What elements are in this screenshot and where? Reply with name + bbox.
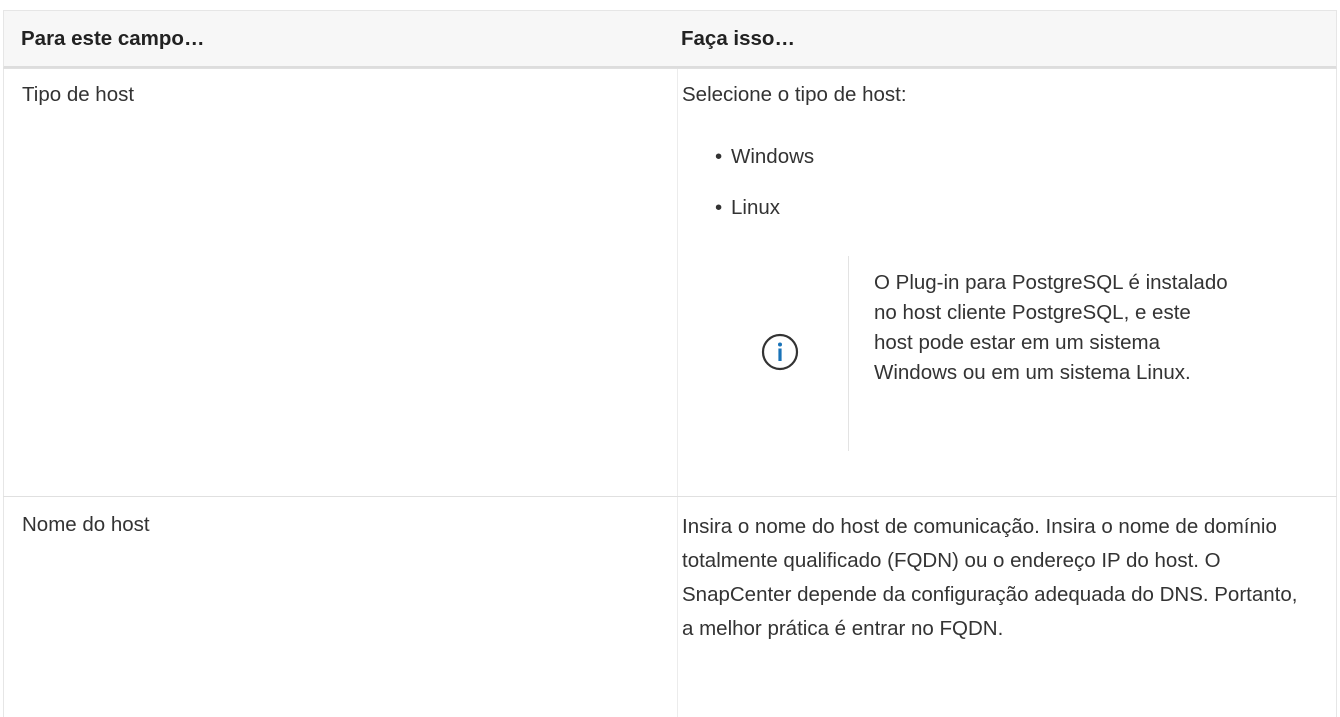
row-action-text: Insira o nome do host de comunicação. In… xyxy=(682,515,1298,640)
row-action-intro: Selecione o tipo de host: xyxy=(682,83,907,106)
header-action-column: Faça isso… xyxy=(681,27,795,50)
info-icon xyxy=(760,332,800,372)
column-divider xyxy=(677,69,678,717)
row-field-label: Nome do host xyxy=(22,513,150,536)
note-text: O Plug-in para PostgreSQL é instalado no… xyxy=(874,271,1228,384)
row-divider xyxy=(3,496,1337,497)
header-bottom-line xyxy=(3,68,1337,69)
table-header-row: Para este campo… Faça isso… xyxy=(3,10,1337,69)
header-field-column: Para este campo… xyxy=(21,27,205,50)
row-field-label: Tipo de host xyxy=(22,83,135,106)
table-left-border xyxy=(3,69,4,717)
host-type-options: Windows Linux xyxy=(715,142,814,244)
list-item: Windows xyxy=(715,142,814,193)
note-divider xyxy=(848,256,849,451)
list-item: Linux xyxy=(715,193,814,244)
info-note: O Plug-in para PostgreSQL é instalado no… xyxy=(760,256,1340,451)
